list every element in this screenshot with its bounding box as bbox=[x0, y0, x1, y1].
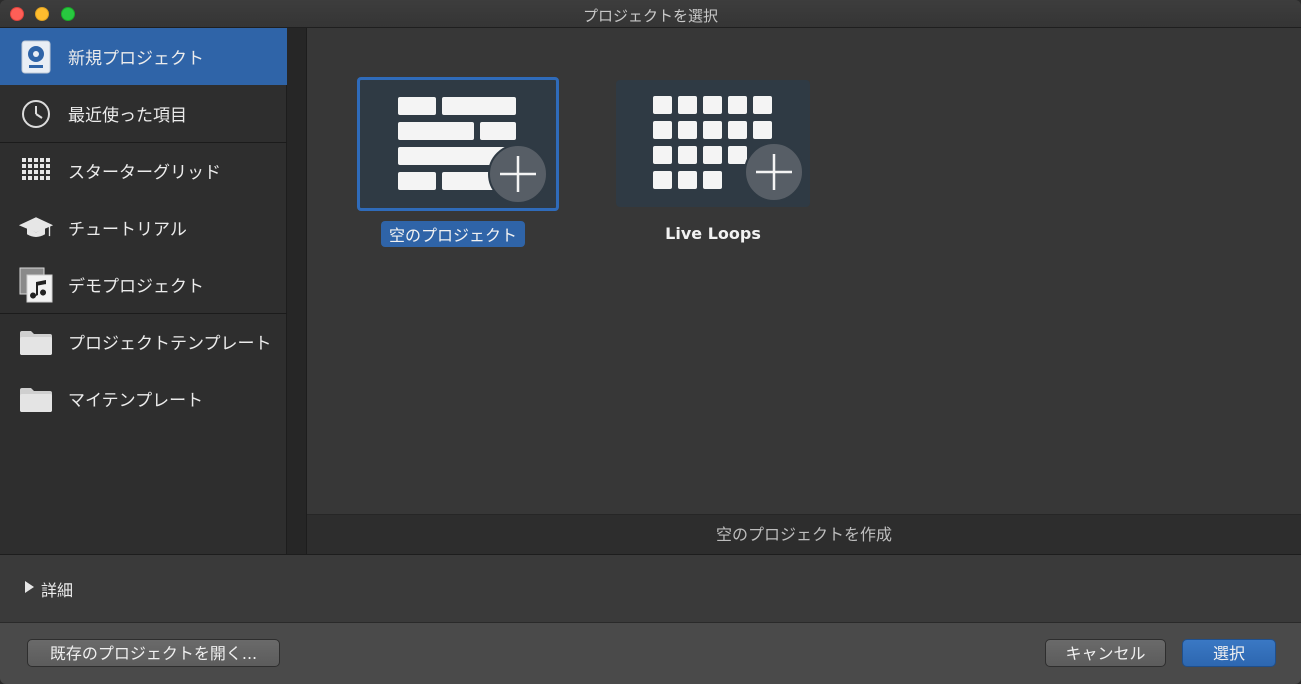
sidebar-item-starter-grid[interactable]: スターターグリッド bbox=[0, 142, 287, 199]
disclosure-triangle-icon[interactable] bbox=[25, 581, 34, 593]
grid-plus-icon bbox=[616, 80, 810, 211]
music-note-icon bbox=[18, 267, 54, 303]
project-chooser-window: プロジェクトを選択 新規プロジェクト 最近使った項目 スターターグリッド チュー… bbox=[0, 0, 1301, 684]
new-project-icon bbox=[18, 40, 54, 74]
open-existing-project-button[interactable]: 既存のプロジェクトを開く... bbox=[27, 639, 280, 667]
sidebar-item-label: 最近使った項目 bbox=[68, 106, 187, 126]
choose-button[interactable]: 選択 bbox=[1182, 639, 1276, 667]
tracks-plus-icon bbox=[360, 80, 556, 212]
sidebar-item-label: デモプロジェクト bbox=[68, 277, 204, 297]
folder-icon bbox=[18, 382, 54, 416]
details-label[interactable]: 詳細 bbox=[41, 577, 73, 601]
graduation-cap-icon bbox=[18, 211, 54, 245]
sidebar-item-new-project[interactable]: 新規プロジェクト bbox=[0, 28, 287, 85]
footer: 既存のプロジェクトを開く... キャンセル 選択 bbox=[0, 622, 1301, 684]
sidebar-item-demo-projects[interactable]: デモプロジェクト bbox=[0, 256, 287, 313]
window-title: プロジェクトを選択 bbox=[582, 7, 718, 25]
grid-icon bbox=[18, 154, 54, 188]
tile-live-loops[interactable] bbox=[616, 80, 810, 207]
sidebar-item-label: マイテンプレート bbox=[68, 391, 204, 411]
status-text: 空のプロジェクトを作成 bbox=[307, 514, 1301, 554]
tile-label-live-loops[interactable]: Live Loops bbox=[616, 224, 810, 243]
sidebar-item-tutorials[interactable]: チュートリアル bbox=[0, 199, 287, 256]
sidebar-item-my-templates[interactable]: マイテンプレート bbox=[0, 370, 287, 427]
title-bar: プロジェクトを選択 bbox=[0, 0, 1301, 28]
template-grid: 空のプロジェクト Live Loops bbox=[307, 28, 1301, 514]
sidebar-item-label: 新規プロジェクト bbox=[68, 49, 204, 69]
sidebar-scroll-track[interactable] bbox=[287, 28, 307, 554]
sidebar-item-label: スターターグリッド bbox=[68, 163, 221, 183]
clock-icon bbox=[18, 97, 54, 131]
sidebar-item-recent[interactable]: 最近使った項目 bbox=[0, 85, 287, 142]
sidebar-item-project-templates[interactable]: プロジェクトテンプレート bbox=[0, 313, 287, 370]
details-section: 詳細 bbox=[0, 554, 1301, 622]
sidebar: 新規プロジェクト 最近使った項目 スターターグリッド チュートリアル デモプロジ… bbox=[0, 28, 287, 554]
tile-label-empty-project[interactable]: 空のプロジェクト bbox=[381, 221, 526, 247]
sidebar-item-label: プロジェクトテンプレート bbox=[68, 334, 272, 354]
folder-icon bbox=[18, 325, 54, 359]
tile-empty-project[interactable] bbox=[357, 77, 559, 211]
sidebar-item-label: チュートリアル bbox=[68, 220, 187, 240]
cancel-button[interactable]: キャンセル bbox=[1045, 639, 1166, 667]
